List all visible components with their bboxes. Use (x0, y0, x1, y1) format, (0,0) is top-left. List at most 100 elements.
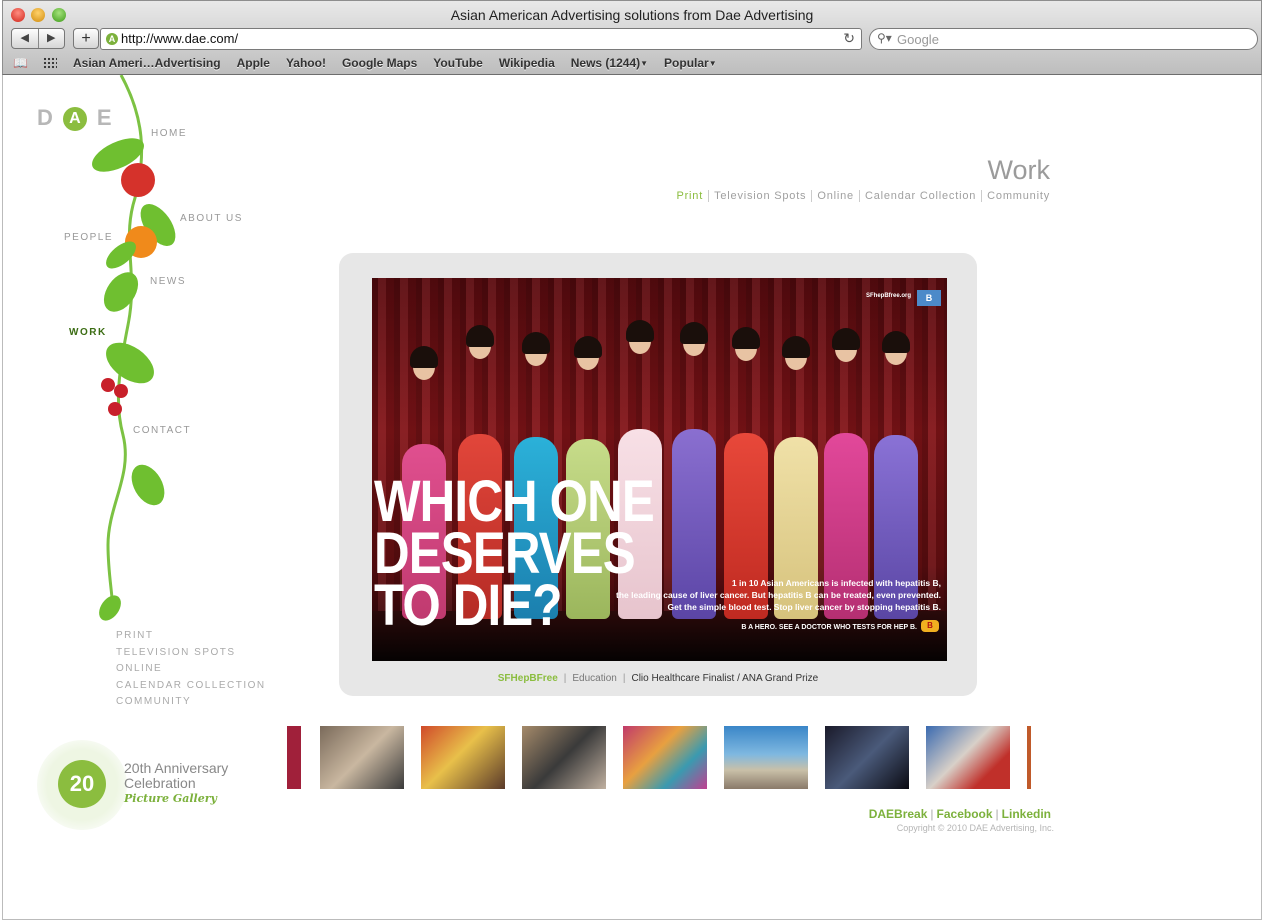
nav-contact[interactable]: CONTACT (133, 425, 191, 436)
bookmarks-bar: 📖 Asian Ameri…Advertising Apple Yahoo! G… (3, 52, 1261, 74)
ad-website: SFhepBfree.org (865, 293, 911, 299)
dropdown-caret-icon: ▼ (640, 59, 649, 68)
body-line: Get the simple blood test. Stop liver ca… (667, 602, 941, 612)
sub-nav-calendar-collection[interactable]: CALENDAR COLLECTION (116, 678, 266, 695)
ad-tagline: B A HERO. SEE A DOCTOR WHO TESTS FOR HEP… (741, 624, 917, 631)
model-hair (832, 328, 860, 350)
nav-news[interactable]: NEWS (150, 276, 186, 287)
bookmark-folder-popular[interactable]: Popular▼ (664, 56, 717, 70)
cherry-icon (108, 402, 122, 416)
copyright-text: Copyright © 2010 DAE Advertising, Inc. (896, 823, 1054, 833)
thumbnail[interactable] (825, 726, 909, 789)
thumbnail-strip (287, 726, 1031, 789)
search-icon[interactable]: ⚲▾ (877, 31, 892, 45)
picture-gallery-link[interactable]: Picture Gallery (124, 792, 217, 805)
anniversary-title[interactable]: 20th Anniversary Celebration (124, 761, 228, 791)
footer-separator: | (995, 807, 999, 821)
body-line: the leading cause of liver cancer. But h… (616, 590, 941, 600)
anniversary-line: Celebration (124, 775, 196, 791)
leaf-icon (99, 595, 121, 621)
tab-print[interactable]: Print (671, 190, 708, 202)
caption-separator: | (563, 673, 567, 684)
thumbnail[interactable] (926, 726, 1010, 789)
hero-badge-icon: B (921, 620, 939, 632)
model-hair (732, 327, 760, 349)
back-arrow-icon[interactable]: ◀ (12, 29, 39, 48)
logo-letter: D (37, 105, 63, 130)
anniversary-badge[interactable]: 20 (37, 740, 127, 830)
top-sites-grid-icon[interactable] (43, 57, 57, 69)
bookmark-label: News (1244) (570, 56, 641, 70)
bookmark-item[interactable]: YouTube (433, 56, 483, 70)
title-bar: Asian American Advertising solutions fro… (3, 1, 1261, 27)
bookmark-label: Popular (664, 56, 709, 70)
footer-links: DAEBreak | Facebook | Linkedin (869, 807, 1051, 821)
tab-calendar-collection[interactable]: Calendar Collection (858, 190, 982, 202)
footer-separator: | (930, 807, 934, 821)
vine-illustration (92, 75, 176, 621)
sub-nav-print[interactable]: PRINT (116, 628, 266, 645)
bookmark-item[interactable]: Yahoo! (286, 56, 326, 70)
work-tabs: Print Television Spots Online Calendar Coll… (671, 190, 1050, 202)
model-hair (782, 336, 810, 358)
tab-online[interactable]: Online (811, 190, 859, 202)
thumbnail[interactable] (623, 726, 707, 789)
model-hair (466, 325, 494, 347)
model-hair (522, 332, 550, 354)
thumbnail-partial[interactable] (1027, 726, 1031, 789)
window-title: Asian American Advertising solutions fro… (450, 7, 814, 23)
tab-television-spots[interactable]: Television Spots (708, 190, 812, 202)
daebreak-link[interactable]: DAEBreak (869, 807, 928, 821)
search-placeholder: Google (897, 32, 939, 47)
url-text[interactable]: http://www.dae.com/ (121, 31, 238, 46)
caption-separator: | (622, 673, 626, 684)
model-hair (882, 331, 910, 353)
leaf-icon (131, 464, 165, 506)
caption-category: Education (572, 673, 617, 684)
browser-chrome: Asian American Advertising solutions fro… (2, 0, 1262, 75)
forward-arrow-icon[interactable]: ▶ (39, 29, 65, 48)
model-hair (680, 322, 708, 344)
featured-work-frame: SFhepBfree.org B WHICH ONE DESERVES TO D… (339, 253, 977, 696)
search-input[interactable]: ⚲▾ Google (869, 28, 1258, 50)
reload-icon[interactable]: ↻ (843, 30, 855, 47)
address-bar[interactable]: A http://www.dae.com/ ↻ (100, 28, 862, 50)
thumbnail[interactable] (320, 726, 404, 789)
bookmark-folder-news[interactable]: News (1244)▼ (571, 56, 648, 70)
nav-people[interactable]: PEOPLE (64, 232, 113, 243)
nav-work[interactable]: WORK (69, 327, 107, 338)
add-bookmark-button[interactable]: + (73, 28, 99, 49)
thumbnail[interactable] (724, 726, 808, 789)
bookmark-item[interactable]: Google Maps (342, 56, 417, 70)
sub-nav-online[interactable]: ONLINE (116, 661, 266, 678)
bookmark-item[interactable]: Apple (237, 56, 270, 70)
anniversary-line: 20th Anniversary (124, 760, 229, 776)
caption-award: Clio Healthcare Finalist / ANA Grand Pri… (631, 673, 819, 684)
cherry-icon (101, 378, 115, 392)
thumbnail[interactable] (421, 726, 505, 789)
thumbnail-partial[interactable] (287, 726, 301, 789)
sub-nav-community[interactable]: COMMUNITY (116, 694, 266, 711)
hep-b-logo: B (917, 290, 941, 306)
thumbnail[interactable] (522, 726, 606, 789)
work-caption: SFHepBFree | Education | Clio Healthcare Fin… (339, 673, 977, 684)
linkedin-link[interactable]: Linkedin (1002, 807, 1051, 821)
sub-nav-television-spots[interactable]: TELEVISION SPOTS (116, 645, 266, 662)
cherry-icon (114, 384, 128, 398)
bookmark-item[interactable]: Wikipedia (499, 56, 555, 70)
web-page: DAE HOME ABOUT US PEOPLE NEWS WORK CONTA… (2, 75, 1262, 920)
page-title: Work (987, 155, 1050, 185)
model-hair (574, 336, 602, 358)
nav-home[interactable]: HOME (151, 128, 187, 139)
tab-community[interactable]: Community (981, 190, 1050, 202)
dropdown-caret-icon: ▼ (708, 59, 717, 68)
caption-client[interactable]: SFHepBFree (498, 673, 558, 684)
facebook-link[interactable]: Facebook (937, 807, 993, 821)
body-line: 1 in 10 Asian Americans is infected with… (731, 578, 941, 588)
bookmark-item[interactable]: Asian Ameri…Advertising (73, 56, 221, 70)
book-icon[interactable]: 📖 (13, 57, 31, 69)
leaf-icon (103, 272, 139, 312)
nav-about-us[interactable]: ABOUT US (180, 213, 243, 224)
model-hair (410, 346, 438, 368)
featured-ad-image[interactable]: SFhepBfree.org B WHICH ONE DESERVES TO D… (372, 278, 947, 661)
